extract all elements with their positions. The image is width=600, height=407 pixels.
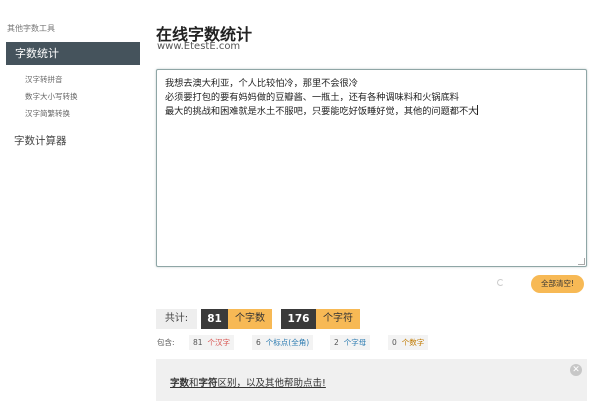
editor-line-3: 最大的挑战和困难就是水土不服吧，只要能吃好饭睡好觉，其他的问题都不大 [165,105,578,119]
text-caret [477,105,479,115]
sidebar-item-word-count[interactable]: 字数统计 [6,42,140,65]
site-url[interactable]: www.EtestE.com [157,41,240,52]
clear-all-button[interactable]: 全部清空! [531,275,584,293]
text-input-area[interactable]: 我想去澳大利亚，个人比较怕冷，那里不会很冷 必须要打包的要有妈妈做的豆瓣酱、一瓶… [156,69,587,267]
digit-label: 个数字 [401,338,425,347]
digit-count: 0 [392,338,397,347]
punct-label: 个标点(全角) [265,338,310,347]
hanzi-count-badge: 81 个汉字 [189,335,235,350]
symbol-count-value: 176 [281,309,316,329]
sidebar-item-number-case[interactable]: 数字大小写转换 [25,91,78,102]
editor-line-2: 必须要打包的要有妈妈做的豆瓣酱、一瓶土，还有各种调味料和火锅底料 [165,92,459,103]
resize-handle[interactable] [578,258,585,265]
char-count-value: 81 [201,309,228,329]
letter-count: 2 [334,338,339,347]
help-box: 字数和字符区别，以及其他帮助点击! ✕ [156,359,587,401]
loading-spinner-icon [497,279,504,286]
punct-count-badge: 6 个标点(全角) [252,335,314,350]
help-link[interactable]: 字数和字符区别，以及其他帮助点击! [170,375,326,389]
letter-count-badge: 2 个字母 [330,335,371,350]
help-and: 和 [189,378,199,389]
sidebar-heading: 其他字数工具 [7,24,55,33]
digit-count-badge: 0 个数字 [388,335,429,350]
help-word-symbols: 字符 [198,378,218,389]
editor-line-1: 我想去澳大利亚，个人比较怕冷，那里不会很冷 [165,78,358,89]
help-word-chars: 字数 [170,378,190,389]
breakdown-label: 包含: [157,338,175,347]
sidebar-item-calculator[interactable]: 字数计算器 [14,133,67,148]
letter-label: 个字母 [343,338,367,347]
sidebar-item-pinyin[interactable]: 汉字转拼音 [25,74,63,85]
close-icon[interactable]: ✕ [570,364,582,376]
hanzi-count: 81 [193,338,203,347]
sidebar: 其他字数工具 字数统计 汉字转拼音 数字大小写转换 汉字简繁转换 字数计算器 [0,0,145,407]
hanzi-label: 个汉字 [207,338,231,347]
help-rest: 区别，以及其他帮助点击! [217,378,326,389]
editor-line-3-text: 最大的挑战和困难就是水土不服吧，只要能吃好饭睡好觉，其他的问题都不大 [165,106,478,117]
sidebar-item-simplified-traditional[interactable]: 汉字简繁转换 [25,108,70,119]
punct-count: 6 [256,338,261,347]
total-label: 共计: [156,309,197,329]
char-count-unit: 个字数 [228,309,272,329]
symbol-count-unit: 个字符 [316,309,360,329]
